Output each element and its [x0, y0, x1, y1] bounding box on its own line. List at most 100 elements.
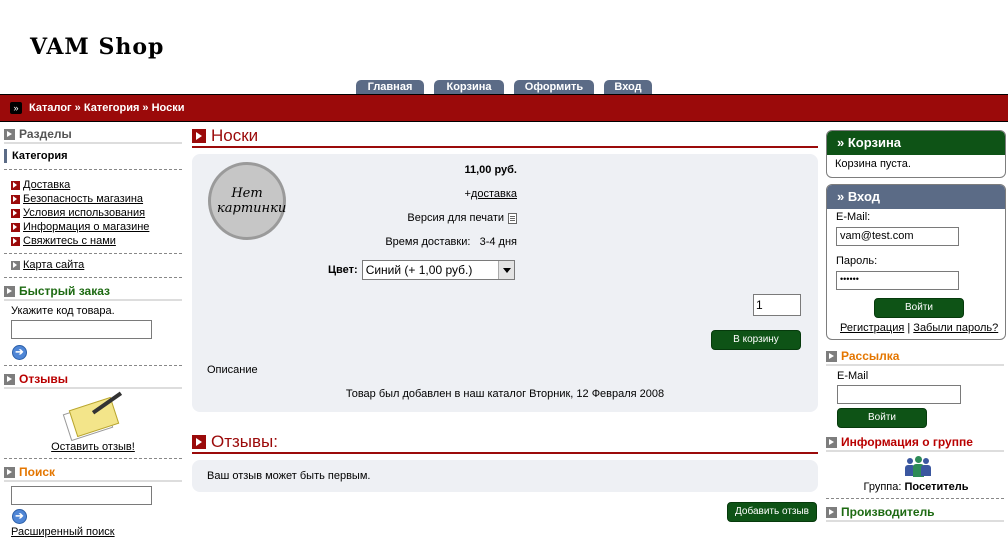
description-label: Описание [207, 364, 258, 376]
arrow-icon [11, 180, 20, 190]
shipping-line: +доставка [464, 188, 517, 200]
group-value: Посетитель [904, 481, 969, 493]
color-select[interactable]: Синий (+ 1,00 руб.) [361, 260, 515, 280]
divider [4, 277, 182, 278]
password-label: Пароль: [836, 255, 878, 267]
divider [4, 458, 182, 459]
reviews-box-header: Отзывы [4, 371, 182, 389]
print-version-line[interactable]: Версия для печати [407, 212, 517, 224]
add-review-button[interactable]: Добавить отзыв [727, 502, 817, 522]
divider [4, 253, 182, 254]
link-label[interactable]: Доставка [23, 179, 70, 191]
link-label[interactable]: Свяжитесь с нами [23, 235, 116, 247]
arrow-icon [4, 285, 15, 297]
forgot-password-link[interactable]: Забыли пароль? [913, 322, 998, 334]
email-label: E-Mail: [836, 211, 871, 223]
newsletter-email-label: E-Mail [837, 370, 869, 382]
arrow-icon [11, 260, 20, 270]
write-review-link[interactable]: Оставить отзыв! [51, 441, 135, 453]
category-label: Категория [12, 150, 68, 162]
login-box-title: » Вход [827, 185, 1005, 209]
password-field[interactable]: •••••• [836, 271, 959, 290]
tab-cart[interactable]: Корзина [434, 80, 504, 94]
link-label[interactable]: Информация о магазине [23, 221, 149, 233]
group-status: Группа: Посетитель [826, 481, 1006, 493]
info-link-delivery[interactable]: Доставка [11, 178, 182, 192]
tab-checkout[interactable]: Оформить [514, 80, 594, 94]
breadcrumb-bar: » Каталог » Категория » Носки [0, 94, 1008, 122]
info-link-about[interactable]: Информация о магазине [11, 220, 182, 234]
product-code-input[interactable] [11, 320, 152, 339]
cart-box: » Корзина Корзина пуста. [826, 130, 1006, 178]
newsletter-header: Рассылка [826, 348, 1004, 366]
no-image-text: Нет картинки [217, 186, 287, 216]
search-header: Поиск [4, 464, 182, 482]
info-link-terms[interactable]: Условия использования [11, 206, 182, 220]
sections-title: Разделы [19, 127, 72, 141]
login-box: » Вход E-Mail: vam@test.com Пароль: ••••… [826, 184, 1006, 340]
color-selected-value: Синий (+ 1,00 руб.) [365, 263, 473, 277]
arrow-icon [4, 373, 15, 385]
link-separator: | [907, 322, 911, 334]
link-label[interactable]: Условия использования [23, 207, 145, 219]
breadcrumb[interactable]: Каталог » Категория » Носки [29, 102, 185, 114]
delivery-value: 3-4 дня [479, 236, 517, 248]
advanced-search-link[interactable]: Расширенный поиск [11, 526, 115, 538]
register-link[interactable]: Регистрация [840, 322, 904, 334]
newsletter-button[interactable]: Войти [837, 408, 927, 428]
arrow-icon [11, 208, 20, 218]
arrow-icon [826, 506, 837, 518]
newsletter-email-input[interactable] [837, 385, 961, 404]
newsletter-title: Рассылка [841, 349, 900, 363]
divider [826, 498, 1004, 499]
cart-box-title[interactable]: » Корзина [827, 131, 1005, 155]
arrow-icon [4, 466, 15, 478]
sidebar-item-category[interactable]: Категория [4, 148, 182, 164]
login-button[interactable]: Войти [874, 298, 964, 318]
sitemap-link[interactable]: Карта сайта [11, 258, 182, 272]
shop-logo[interactable]: VAM Shop [30, 34, 164, 60]
arrow-icon [192, 129, 206, 143]
quantity-input[interactable]: 1 [753, 294, 801, 316]
tab-login[interactable]: Вход [604, 80, 652, 94]
info-link-security[interactable]: Безопасность магазина [11, 192, 182, 206]
arrow-icon [11, 236, 20, 246]
delivery-time: Время доставки: 3-4 дня [385, 236, 517, 248]
color-label: Цвет: [328, 264, 358, 276]
delivery-label: Время доставки: [385, 236, 471, 248]
go-arrow-icon[interactable]: ➔ [12, 345, 27, 360]
product-panel: Нет картинки 11,00 руб. +доставка Версия… [192, 154, 818, 412]
reviews-box-title: Отзывы [19, 372, 69, 386]
arrow-icon [192, 435, 206, 449]
divider [4, 169, 182, 170]
quick-order-header: Быстрый заказ [4, 283, 182, 301]
double-arrow-icon: » [10, 102, 22, 114]
link-label[interactable]: Безопасность магазина [23, 193, 143, 205]
divider [4, 365, 182, 366]
chevron-down-icon[interactable] [497, 261, 514, 279]
right-sidebar: » Корзина Корзина пуста. » Вход E-Mail: … [826, 130, 1006, 526]
quick-order-title: Быстрый заказ [19, 284, 110, 298]
search-go-icon[interactable]: ➔ [12, 509, 27, 524]
search-input[interactable] [11, 486, 152, 505]
page-title: Носки [211, 126, 259, 145]
manufacturer-title: Производитель [841, 505, 935, 519]
login-links: Регистрация | Забыли пароль? [840, 322, 998, 334]
tab-home[interactable]: Главная [356, 80, 424, 94]
arrow-icon [826, 436, 837, 448]
password-value: •••••• [840, 274, 859, 284]
email-field[interactable]: vam@test.com [836, 227, 959, 246]
no-image-placeholder: Нет картинки [208, 162, 286, 240]
left-sidebar: Разделы Категория Доставка Безопасность … [4, 126, 182, 538]
email-value: vam@test.com [840, 230, 914, 242]
info-link-contact[interactable]: Свяжитесь с нами [11, 234, 182, 248]
reviews-header: Отзывы: [192, 432, 818, 454]
shipping-link[interactable]: доставка [471, 188, 517, 200]
printer-icon [508, 212, 517, 224]
sitemap-label[interactable]: Карта сайта [23, 259, 84, 271]
group-info-title: Информация о группе [841, 435, 973, 449]
quick-order-label: Укажите код товара. [11, 305, 115, 317]
main-content: Носки Нет картинки 11,00 руб. +доставка … [192, 126, 818, 522]
reviews-title: Отзывы: [211, 432, 278, 451]
add-to-cart-button[interactable]: В корзину [711, 330, 801, 350]
